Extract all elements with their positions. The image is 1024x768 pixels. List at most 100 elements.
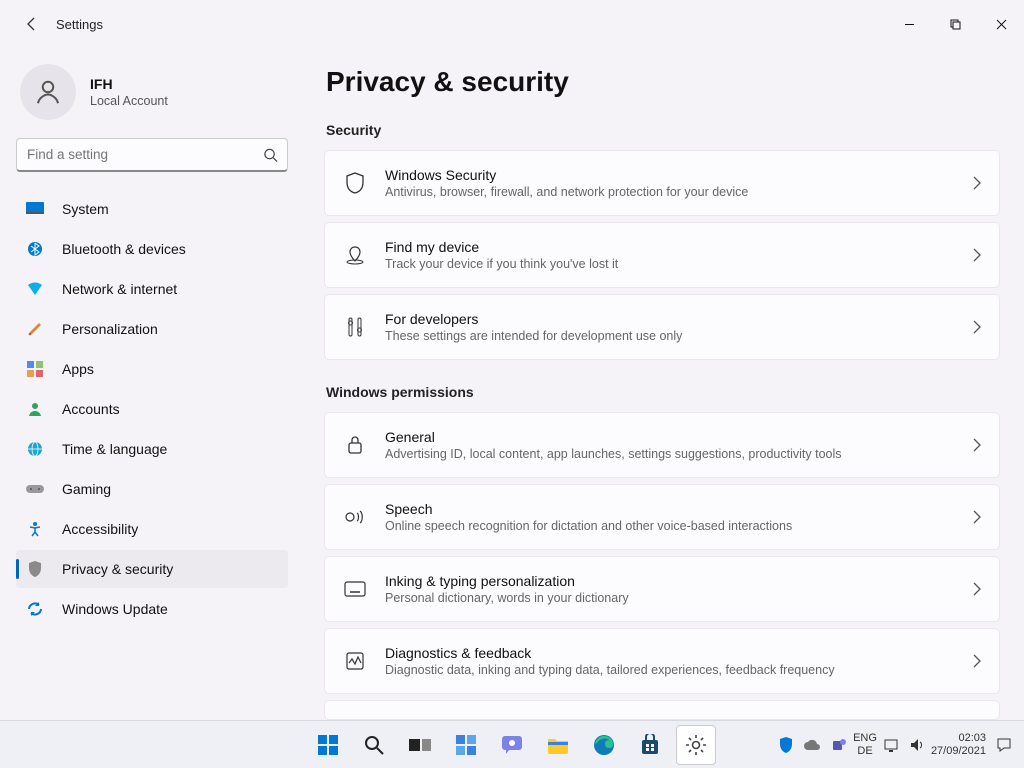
- taskbar-settings[interactable]: [676, 725, 716, 765]
- card-subtitle: Antivirus, browser, firewall, and networ…: [385, 185, 955, 199]
- minimize-button[interactable]: [886, 8, 932, 40]
- card-windows-security[interactable]: Windows Security Antivirus, browser, fir…: [324, 150, 1000, 216]
- monitor-icon: [26, 202, 44, 216]
- chevron-right-icon: [973, 654, 981, 668]
- system-tray[interactable]: [883, 738, 925, 752]
- card-subtitle: Online speech recognition for dictation …: [385, 519, 955, 533]
- card-inking-typing[interactable]: Inking & typing personalization Personal…: [324, 556, 1000, 622]
- nav-list: System Bluetooth & devices Network & int…: [16, 190, 288, 628]
- sidebar-item-label: System: [62, 201, 109, 217]
- diagnostics-icon: [343, 651, 367, 671]
- card-for-developers[interactable]: For developers These settings are intend…: [324, 294, 1000, 360]
- wifi-icon: [26, 282, 44, 296]
- card-title: Find my device: [385, 239, 955, 255]
- sidebar-item-apps[interactable]: Apps: [16, 350, 288, 388]
- person-icon: [26, 401, 44, 417]
- card-find-my-device[interactable]: Find my device Track your device if you …: [324, 222, 1000, 288]
- taskbar-taskview[interactable]: [400, 725, 440, 765]
- window-controls: [886, 8, 1024, 40]
- account-name: IFH: [90, 76, 168, 92]
- sidebar-item-label: Accounts: [62, 401, 120, 417]
- notifications-tray-icon[interactable]: [992, 737, 1016, 753]
- chevron-right-icon: [973, 320, 981, 334]
- card-speech[interactable]: Speech Online speech recognition for dic…: [324, 484, 1000, 550]
- volume-tray-icon[interactable]: [909, 738, 925, 752]
- sidebar-item-bluetooth[interactable]: Bluetooth & devices: [16, 230, 288, 268]
- card-diagnostics[interactable]: Diagnostics & feedback Diagnostic data, …: [324, 628, 1000, 694]
- taskbar-chat[interactable]: [492, 725, 532, 765]
- sidebar: IFH Local Account System Bluetooth & dev…: [0, 48, 300, 720]
- window-title: Settings: [56, 17, 103, 32]
- chevron-right-icon: [973, 176, 981, 190]
- clock[interactable]: 02:03 27/09/2021: [931, 732, 986, 757]
- security-tray-icon[interactable]: [779, 737, 793, 753]
- page-title: Privacy & security: [326, 66, 1000, 98]
- card-subtitle: Diagnostic data, inking and typing data,…: [385, 663, 955, 677]
- taskbar: ENG DE 02:03 27/09/2021: [0, 720, 1024, 768]
- account-subtitle: Local Account: [90, 94, 168, 108]
- sidebar-item-label: Apps: [62, 361, 94, 377]
- section-heading-security: Security: [326, 122, 1000, 138]
- card-subtitle: Personal dictionary, words in your dicti…: [385, 591, 955, 605]
- sidebar-item-system[interactable]: System: [16, 190, 288, 228]
- sidebar-item-time-language[interactable]: Time & language: [16, 430, 288, 468]
- keyboard-icon: [343, 581, 367, 597]
- language-indicator[interactable]: ENG DE: [853, 732, 877, 756]
- sidebar-item-windows-update[interactable]: Windows Update: [16, 590, 288, 628]
- taskbar-store[interactable]: [630, 725, 670, 765]
- sidebar-item-label: Gaming: [62, 481, 111, 497]
- start-button[interactable]: [308, 725, 348, 765]
- globe-icon: [26, 441, 44, 457]
- sidebar-item-privacy[interactable]: Privacy & security: [16, 550, 288, 588]
- card-title: Diagnostics & feedback: [385, 645, 955, 661]
- brush-icon: [26, 321, 44, 337]
- card-title: Windows Security: [385, 167, 955, 183]
- taskbar-search[interactable]: [354, 725, 394, 765]
- sidebar-item-label: Bluetooth & devices: [62, 241, 186, 257]
- sidebar-item-label: Privacy & security: [62, 561, 173, 577]
- sidebar-item-network[interactable]: Network & internet: [16, 270, 288, 308]
- card-subtitle: These settings are intended for developm…: [385, 329, 955, 343]
- card-title: Inking & typing personalization: [385, 573, 955, 589]
- maximize-button[interactable]: [932, 8, 978, 40]
- shield-icon: [343, 172, 367, 194]
- taskbar-edge[interactable]: [584, 725, 624, 765]
- taskbar-explorer[interactable]: [538, 725, 578, 765]
- card-title: General: [385, 429, 955, 445]
- back-button[interactable]: [14, 6, 50, 42]
- sidebar-item-label: Personalization: [62, 321, 158, 337]
- apps-icon: [26, 361, 44, 377]
- teams-tray-icon[interactable]: [831, 737, 847, 753]
- accessibility-icon: [26, 521, 44, 537]
- sidebar-item-gaming[interactable]: Gaming: [16, 470, 288, 508]
- main-content[interactable]: Privacy & security Security Windows Secu…: [300, 48, 1024, 720]
- sidebar-item-personalization[interactable]: Personalization: [16, 310, 288, 348]
- section-heading-permissions: Windows permissions: [326, 384, 1000, 400]
- tools-icon: [343, 316, 367, 338]
- avatar: [20, 64, 76, 120]
- onedrive-tray-icon[interactable]: [803, 739, 821, 751]
- card-general[interactable]: General Advertising ID, local content, a…: [324, 412, 1000, 478]
- chevron-right-icon: [973, 582, 981, 596]
- card-subtitle: Advertising ID, local content, app launc…: [385, 447, 955, 461]
- account-block[interactable]: IFH Local Account: [20, 64, 288, 120]
- card-partial[interactable]: [324, 700, 1000, 720]
- lock-icon: [343, 435, 367, 455]
- sidebar-item-accessibility[interactable]: Accessibility: [16, 510, 288, 548]
- card-title: For developers: [385, 311, 955, 327]
- gamepad-icon: [26, 483, 44, 495]
- search-box[interactable]: [16, 138, 288, 172]
- network-tray-icon[interactable]: [883, 738, 899, 752]
- titlebar: Settings: [0, 0, 1024, 48]
- card-subtitle: Track your device if you think you've lo…: [385, 257, 955, 271]
- search-input[interactable]: [16, 138, 288, 172]
- taskbar-widgets[interactable]: [446, 725, 486, 765]
- tray-icons[interactable]: [779, 737, 847, 753]
- sidebar-item-label: Time & language: [62, 441, 167, 457]
- chevron-right-icon: [973, 438, 981, 452]
- speech-icon: [343, 507, 367, 527]
- bluetooth-icon: [26, 241, 44, 257]
- location-icon: [343, 245, 367, 265]
- sidebar-item-accounts[interactable]: Accounts: [16, 390, 288, 428]
- close-button[interactable]: [978, 8, 1024, 40]
